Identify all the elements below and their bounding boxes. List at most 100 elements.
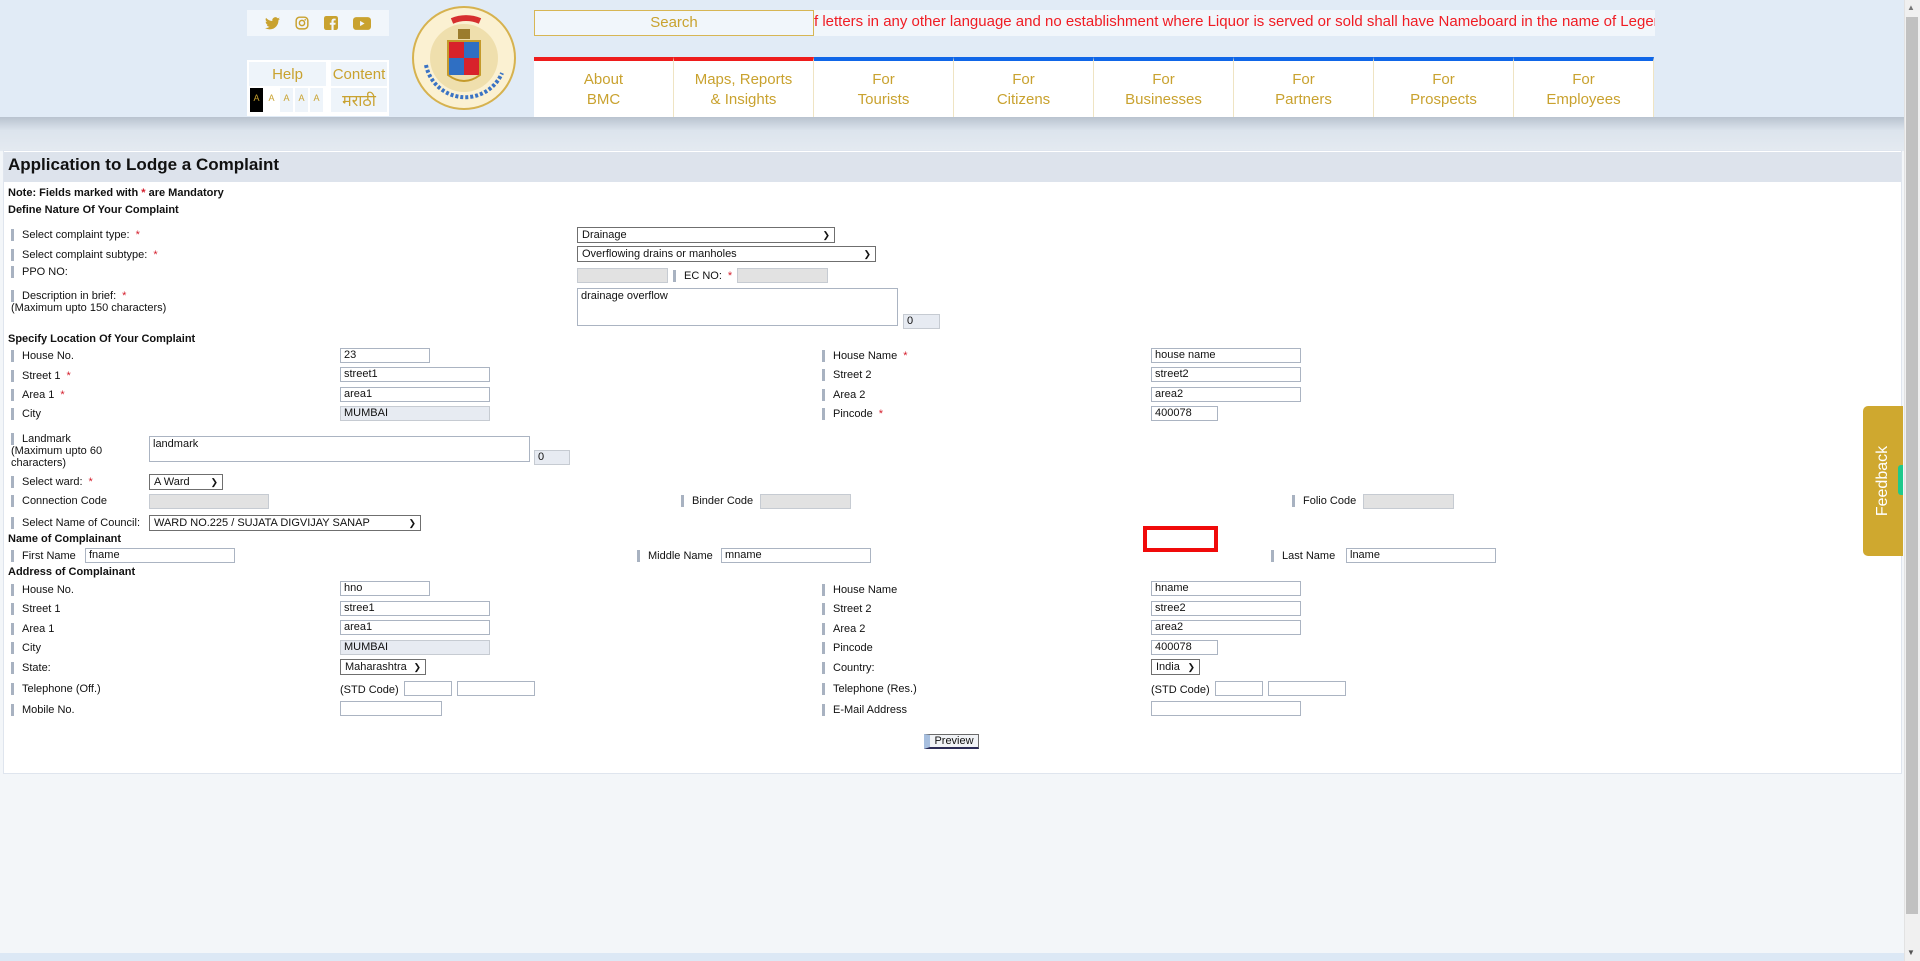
section-name: Name of Complainant [8,533,122,545]
address-house-no-input[interactable]: hno [340,581,430,596]
location-area1-label: Area 1 * [11,389,65,401]
bmc-logo[interactable] [412,3,516,113]
location-area2-input[interactable]: area2 [1151,387,1301,402]
complaint-form-panel [3,150,1902,774]
chevron-down-icon: ❯ [210,477,218,487]
landmark-label: Landmark [11,433,71,445]
middle-name-input[interactable]: mname [721,548,871,563]
utility-box: Help Content A A A A A मराठी [247,60,389,116]
address-area2-input[interactable]: area2 [1151,620,1301,635]
instagram-icon[interactable] [295,16,309,30]
nav-maps-reports[interactable]: Maps, Reports & Insights [674,57,814,117]
ec-no-input[interactable] [737,268,828,283]
location-house-name-input[interactable]: house name [1151,348,1301,363]
font-size-increase-button[interactable]: A [310,88,323,112]
location-street2-label: Street 2 [822,369,872,381]
landmark-hint-2: characters) [11,457,67,469]
location-pincode-label: Pincode * [822,408,883,420]
location-house-no-input[interactable]: 23 [340,348,430,363]
address-street1-input[interactable]: stree1 [340,601,490,616]
font-size-decrease-button[interactable]: A [280,88,293,112]
connection-code-label: Connection Code [11,495,107,507]
binder-code-input[interactable] [760,494,851,509]
ppo-no-input[interactable] [577,268,668,283]
social-links [247,10,389,36]
nav-about-bmc[interactable]: About BMC [534,57,674,117]
binder-code-label: Binder Code [681,495,753,507]
location-pincode-input[interactable]: 400078 [1151,406,1218,421]
help-link[interactable]: Help [249,62,326,86]
address-city-input: MUMBAI [340,640,490,655]
last-name-label: Last Name [1271,550,1335,562]
council-select[interactable]: WARD NO.225 / SUJATA DIGVIJAY SANAP ❯ [149,515,421,531]
country-select[interactable]: India ❯ [1151,659,1200,675]
location-area1-input[interactable]: area1 [340,387,490,402]
complaint-subtype-select[interactable]: Overflowing drains or manholes ❯ [577,246,876,262]
location-city-input: MUMBAI [340,406,490,421]
address-house-name-label: House Name [822,584,897,596]
telephone-res-std-input[interactable] [1215,681,1263,696]
address-house-name-input[interactable]: hname [1151,581,1301,596]
chevron-down-icon: ❯ [408,518,416,528]
news-ticker: f letters in any other language and no e… [814,10,1655,36]
mobile-input[interactable] [340,701,442,716]
description-textarea[interactable]: drainage overflow [577,288,898,326]
youtube-icon[interactable] [353,16,372,30]
landmark-textarea[interactable]: landmark [149,436,530,462]
telephone-off-std-label: (STD Code) [340,684,399,696]
connection-code-input[interactable] [149,494,269,509]
scrollbar-thumb[interactable] [1906,17,1918,914]
language-marathi-link[interactable]: मराठी [331,88,387,112]
scroll-up-arrow-icon[interactable]: ▲ [1907,3,1915,12]
header-shadow [0,117,1904,151]
content-link[interactable]: Content [331,62,387,86]
section-location: Specify Location Of Your Complaint [8,333,196,345]
nav-tourists[interactable]: For Tourists [814,57,954,117]
facebook-icon[interactable] [324,16,339,30]
folio-code-input[interactable] [1363,494,1454,509]
font-size-normal-button[interactable]: A [295,88,308,112]
complaint-type-label: Select complaint type: * [11,229,140,241]
address-pincode-input[interactable]: 400078 [1151,640,1218,655]
nav-businesses[interactable]: For Businesses [1094,57,1234,117]
landmark-hint-1: (Maximum upto 60 [11,445,103,457]
ward-select[interactable]: A Ward ❯ [149,474,223,490]
address-pincode-label: Pincode [822,642,873,654]
address-area1-input[interactable]: area1 [340,620,490,635]
address-city-label: City [11,642,41,654]
telephone-res-number-input[interactable] [1268,681,1346,696]
twitter-icon[interactable] [264,16,280,30]
main-nav: About BMC Maps, Reports & Insights For Tour… [534,57,1655,117]
nav-partners[interactable]: For Partners [1234,57,1374,117]
section-nature: Define Nature Of Your Complaint [8,204,179,216]
chevron-down-icon: ❯ [863,249,871,259]
page-title: Application to Lodge a Complaint [8,155,280,174]
complaint-type-select[interactable]: Drainage ❯ [577,227,835,243]
feedback-button[interactable]: Feedback [1863,406,1903,556]
location-street2-input[interactable]: street2 [1151,367,1301,382]
font-size-default-button[interactable]: A [250,88,263,112]
ec-no-label: EC NO: * [673,270,732,282]
nav-prospects[interactable]: For Prospects [1374,57,1514,117]
telephone-off-std-input[interactable] [404,681,452,696]
complaint-subtype-label: Select complaint subtype: * [11,249,158,261]
state-select[interactable]: Maharashtra ❯ [340,659,426,675]
search-input[interactable]: Search [534,10,814,36]
location-street1-input[interactable]: street1 [340,367,490,382]
first-name-input[interactable]: fname [85,548,235,563]
preview-button[interactable]: Preview [924,734,979,749]
email-label: E-Mail Address [822,704,907,716]
middle-name-label: Middle Name [637,550,713,562]
font-size-small-button[interactable]: A [265,88,278,112]
last-name-input[interactable]: lname [1346,548,1496,563]
mandatory-note: Note: Fields marked with * are Mandatory [8,187,224,199]
telephone-off-number-input[interactable] [457,681,535,696]
email-input[interactable] [1151,701,1301,716]
location-house-no-label: House No. [11,350,74,362]
scroll-down-arrow-icon[interactable]: ▼ [1907,948,1915,957]
nav-employees[interactable]: For Employees [1514,57,1654,117]
bottom-strip [0,953,1904,961]
address-street2-input[interactable]: stree2 [1151,601,1301,616]
country-label: Country: [822,662,875,674]
nav-citizens[interactable]: For Citizens [954,57,1094,117]
